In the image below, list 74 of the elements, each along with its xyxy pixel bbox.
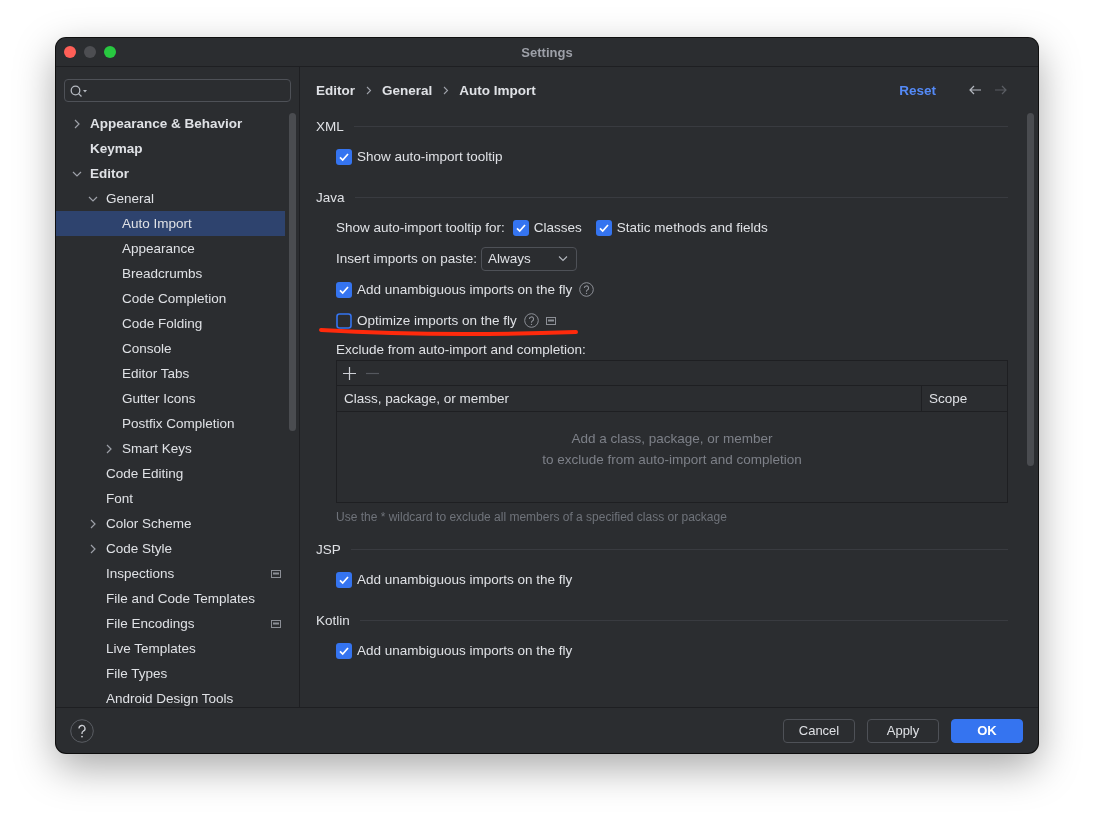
option-label: Show auto-import tooltip for: [336,220,505,235]
close-button[interactable] [64,46,76,58]
tree-item[interactable]: Gutter Icons [56,386,285,411]
checkbox[interactable] [336,312,352,329]
zoom-button[interactable] [104,46,116,58]
chevron-right-icon [442,85,450,95]
breadcrumb-item[interactable]: Editor [316,82,355,98]
tree-item[interactable]: File and Code Templates [56,586,285,611]
empty-state-message: Add a class, package, or member to exclude from auto-import and completion [542,430,802,469]
tree-item[interactable]: Breadcrumbs [56,261,285,286]
search-field[interactable] [64,79,291,102]
checkbox-label[interactable]: Add unambiguous imports on the fly [357,282,573,297]
tree-item[interactable]: Live Templates [56,636,285,661]
tree-item[interactable]: Code Folding [56,311,285,336]
tree-item[interactable]: Code Style [56,536,285,561]
section-title: Kotlin [316,612,350,628]
chevron-right-icon [88,543,98,554]
checkbox[interactable] [512,219,529,236]
tree-item[interactable]: Keymap [56,136,285,161]
back-arrow-icon[interactable] [968,84,982,96]
table-caption: Exclude from auto-import and completion: [336,341,587,359]
chevron-right-icon [88,518,98,529]
tree-item[interactable]: File Encodings [56,611,285,636]
tree-item[interactable]: Auto Import [56,211,285,236]
tree-item[interactable]: Postfix Completion [56,411,285,436]
checkbox-label[interactable]: Add unambiguous imports on the fly [357,572,573,587]
tree-item[interactable]: Code Editing [56,461,285,486]
checkbox[interactable] [336,571,352,588]
breadcrumb-item[interactable]: Auto Import [459,82,536,98]
column-header[interactable]: Scope [922,386,1007,411]
add-icon[interactable] [343,366,356,380]
tree-item[interactable]: Android Design Tools [56,686,285,707]
tree-item[interactable]: Appearance & Behavior [56,111,285,136]
option-label: Insert imports on paste: [336,251,478,266]
tree-item[interactable]: Editor Tabs [56,361,285,386]
tree-item[interactable]: General [56,186,285,211]
tree-item[interactable]: File Types [56,661,285,686]
checkbox[interactable] [336,148,352,165]
checkbox-label[interactable]: Static methods and fields [616,220,768,235]
hint-text: Use the * wildcard to exclude all members of a specified class or package [336,510,728,524]
window-title: Settings [520,44,574,60]
checkbox-label[interactable]: Add unambiguous imports on the fly [357,643,573,658]
reset-link[interactable]: Reset [899,82,936,98]
chevron-down-icon [558,255,569,262]
section-title: Java [316,189,345,205]
tree-item[interactable]: Inspections [56,561,285,586]
tree-item[interactable]: Font [56,486,285,511]
dropdown[interactable]: Always [481,246,578,271]
chevron-right-icon [104,443,114,454]
tree-item[interactable]: Smart Keys [56,436,285,461]
checkbox[interactable] [336,642,352,659]
tree-item[interactable]: Appearance [56,236,285,261]
help-button[interactable] [70,718,94,743]
scrollbar[interactable] [289,113,296,431]
checkbox-label[interactable]: Optimize imports on the fly [357,313,517,328]
scrollbar[interactable] [1027,113,1034,466]
chevron-right-icon [365,85,372,95]
secondary-button[interactable]: Apply [867,718,939,743]
ok-button[interactable]: OK [951,718,1023,743]
tree-item[interactable]: Editor [56,161,285,186]
checkbox[interactable] [595,219,612,236]
secondary-button[interactable]: Cancel [783,718,855,743]
breadcrumb-item[interactable]: General [382,82,433,98]
checkbox-label[interactable]: Classes [533,220,582,235]
search-icon [70,84,88,97]
section-title: JSP [316,541,341,557]
column-header[interactable]: Class, package, or member [337,386,922,411]
checkbox-label[interactable]: Show auto-import tooltip [357,149,503,164]
chevron-right-icon [72,118,82,129]
section-title: XML [316,118,344,134]
tree-item[interactable]: Code Completion [56,286,285,311]
tree-item[interactable]: Console [56,336,285,361]
tree-item[interactable]: Color Scheme [56,511,285,536]
checkbox[interactable] [336,281,352,298]
